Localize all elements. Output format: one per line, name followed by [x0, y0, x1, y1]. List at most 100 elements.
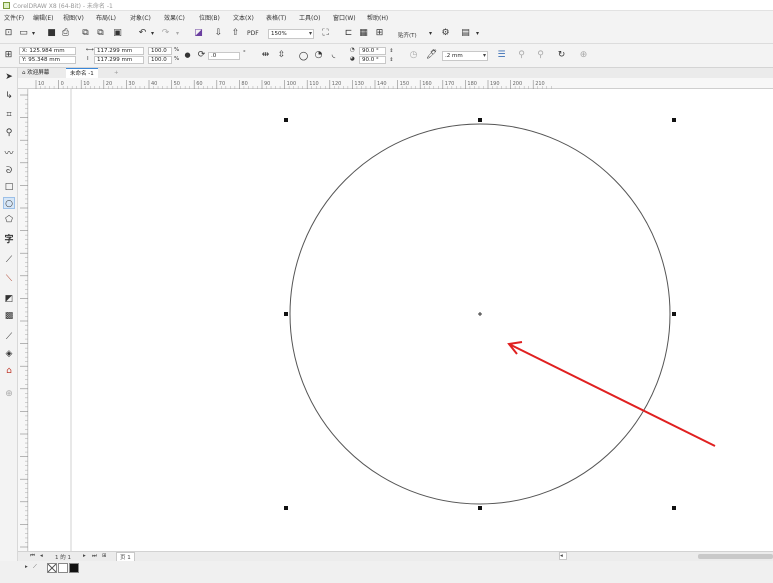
horizontal-scrollbar[interactable] — [698, 554, 773, 559]
redo-dropdown-icon[interactable]: ▾ — [172, 28, 183, 39]
menu-file[interactable]: 文件(F) — [4, 13, 24, 22]
shape-tool-icon[interactable]: ↳ — [3, 90, 15, 102]
save-icon[interactable]: ■ — [46, 28, 57, 39]
palette-eyedropper-icon[interactable]: ⟋ — [33, 564, 37, 571]
interactive-fill-icon[interactable]: ◈ — [3, 348, 15, 360]
end-angle-field[interactable]: 90.0 ° — [359, 56, 386, 64]
horizontal-ruler[interactable]: 10 0 10 20 30 40 50 60 70 80 90 100 110 120 130 140 150 1… — [18, 78, 773, 89]
import-icon[interactable]: ⇩ — [213, 28, 224, 39]
paste-icon[interactable]: ▣ — [112, 28, 123, 39]
show-grid-icon[interactable]: ▦ — [358, 28, 369, 39]
menu-edit[interactable]: 编辑(E) — [33, 13, 53, 22]
menu-bitmaps[interactable]: 位图(B) — [199, 13, 220, 22]
last-page-icon[interactable]: ⏭ — [92, 553, 97, 560]
text-tool-icon[interactable]: 字 — [3, 234, 15, 246]
dimension-tool-icon[interactable]: ⟋ — [3, 254, 15, 266]
crop-tool-icon[interactable]: ⌗ — [3, 109, 15, 121]
tab-document[interactable]: 未命名 -1 — [66, 68, 98, 78]
handle-top-right[interactable] — [672, 118, 676, 122]
show-rulers-icon[interactable]: ⊏ — [343, 28, 354, 39]
full-screen-icon[interactable]: ⛶ — [320, 28, 331, 39]
add-page-icon[interactable]: ⊞ — [102, 553, 107, 559]
menu-help[interactable]: 帮助(H) — [367, 13, 388, 22]
width-field[interactable]: 117.299 mm — [94, 47, 144, 55]
rotation-icon[interactable]: ⟳ — [196, 50, 207, 61]
copy-icon[interactable]: ⧉ — [95, 28, 106, 39]
pick-tool-icon[interactable]: ➤ — [3, 71, 15, 83]
launcher-dropdown-icon[interactable]: ▾ — [472, 28, 483, 39]
height-field[interactable]: 117.299 mm — [94, 56, 144, 64]
ellipse-tool-icon[interactable]: ○ — [3, 197, 15, 209]
zoom-level-combo[interactable]: 150% — [268, 29, 314, 39]
polygon-tool-icon[interactable]: ⬠ — [3, 214, 15, 226]
next-page-icon[interactable]: ▸ — [83, 553, 86, 559]
menu-text[interactable]: 文本(X) — [233, 13, 254, 22]
handle-bottom-center[interactable] — [478, 506, 482, 510]
add-tool-icon[interactable]: ⊕ — [3, 388, 15, 400]
options-gear-icon[interactable]: ⚙ — [440, 28, 451, 39]
application-launcher-icon[interactable]: ▤ — [460, 28, 471, 39]
no-color-swatch[interactable] — [47, 563, 57, 573]
handle-top-left[interactable] — [284, 118, 288, 122]
rotation-field[interactable]: .0 — [208, 52, 240, 60]
new-document-icon[interactable]: ⊡ — [3, 28, 14, 39]
y-position-field[interactable]: Y: 95.348 mm — [19, 56, 76, 64]
menu-effects[interactable]: 效果(C) — [164, 13, 185, 22]
handle-middle-right[interactable] — [672, 312, 676, 316]
cut-icon[interactable]: ⧉ — [80, 28, 91, 39]
menu-table[interactable]: 表格(T) — [266, 13, 286, 22]
rectangle-tool-icon[interactable]: □ — [3, 181, 15, 193]
palette-scroll-icon[interactable]: ▸ — [25, 564, 28, 570]
artistic-media-icon[interactable]: ᘐ — [3, 165, 15, 177]
mirror-horizontal-icon[interactable]: ⇹ — [260, 50, 271, 61]
scale-height-field[interactable]: 100.0 — [148, 56, 172, 64]
undo-dropdown-icon[interactable]: ▾ — [147, 28, 158, 39]
connector-tool-icon[interactable]: ⟍ — [3, 273, 15, 285]
snap-to-button[interactable]: 贴齐(T) — [398, 31, 417, 39]
handle-top-center[interactable] — [478, 118, 482, 122]
menu-object[interactable]: 对象(C) — [130, 13, 151, 22]
zoom-tool-icon[interactable]: ⚲ — [3, 127, 15, 139]
menu-view[interactable]: 视图(V) — [63, 13, 84, 22]
freehand-tool-icon[interactable]: 〰 — [3, 148, 15, 160]
handle-bottom-right[interactable] — [672, 506, 676, 510]
text-wrap-icon[interactable]: ☰ — [496, 50, 507, 61]
quick-customize-icon[interactable]: ⚲ — [535, 50, 546, 61]
snap-dropdown-icon[interactable]: ▾ — [425, 28, 436, 39]
object-origin-icon[interactable]: ⊞ — [3, 50, 14, 61]
menu-window[interactable]: 窗口(W) — [333, 13, 356, 22]
menu-layout[interactable]: 布局(L) — [96, 13, 116, 22]
smart-fill-icon[interactable]: ⌂ — [3, 365, 15, 377]
lock-ratio-icon[interactable]: ● — [182, 50, 193, 61]
tab-welcome-screen[interactable]: ⌂ 欢迎屏幕 — [18, 68, 53, 78]
black-swatch[interactable] — [69, 563, 79, 573]
change-direction-icon[interactable]: ◷ — [408, 50, 419, 61]
previous-page-icon[interactable]: ◂ — [40, 553, 43, 559]
show-guidelines-icon[interactable]: ⊞ — [374, 28, 385, 39]
ellipse-shape-icon[interactable]: ○ — [298, 50, 309, 61]
start-angle-field[interactable]: 90.0 ° — [359, 47, 386, 55]
refresh-icon[interactable]: ↻ — [556, 50, 567, 61]
arc-shape-icon[interactable]: ◟ — [328, 50, 339, 61]
print-icon[interactable]: ⎙ — [60, 28, 71, 39]
handle-middle-left[interactable] — [284, 312, 288, 316]
pie-shape-icon[interactable]: ◔ — [313, 50, 324, 61]
convert-to-curves-icon[interactable]: ⚲ — [516, 50, 527, 61]
white-swatch[interactable] — [58, 563, 68, 573]
open-dropdown-icon[interactable]: ▾ — [28, 28, 39, 39]
scale-width-field[interactable]: 100.0 — [148, 47, 172, 55]
transparency-icon[interactable]: ▩ — [3, 310, 15, 322]
h-scroll-left-icon[interactable]: ◂ — [559, 552, 567, 560]
add-icon[interactable]: ⊕ — [578, 50, 589, 61]
handle-bottom-left[interactable] — [284, 506, 288, 510]
drawing-canvas[interactable] — [29, 89, 773, 551]
end-angle-spinner-icon[interactable]: ⇕ — [386, 55, 397, 66]
eyedropper-icon[interactable]: ⟋ — [3, 331, 15, 343]
redo-icon[interactable]: ↷ — [160, 28, 171, 39]
outline-width-combo[interactable]: .2 mm — [442, 51, 488, 61]
vertical-ruler[interactable] — [18, 89, 28, 551]
outline-width-icon[interactable]: 🖊 — [426, 50, 437, 61]
first-page-icon[interactable]: ⏮ — [30, 553, 35, 560]
mirror-vertical-icon[interactable]: ⇳ — [276, 50, 287, 61]
x-position-field[interactable]: X: 125.984 mm — [19, 47, 76, 55]
